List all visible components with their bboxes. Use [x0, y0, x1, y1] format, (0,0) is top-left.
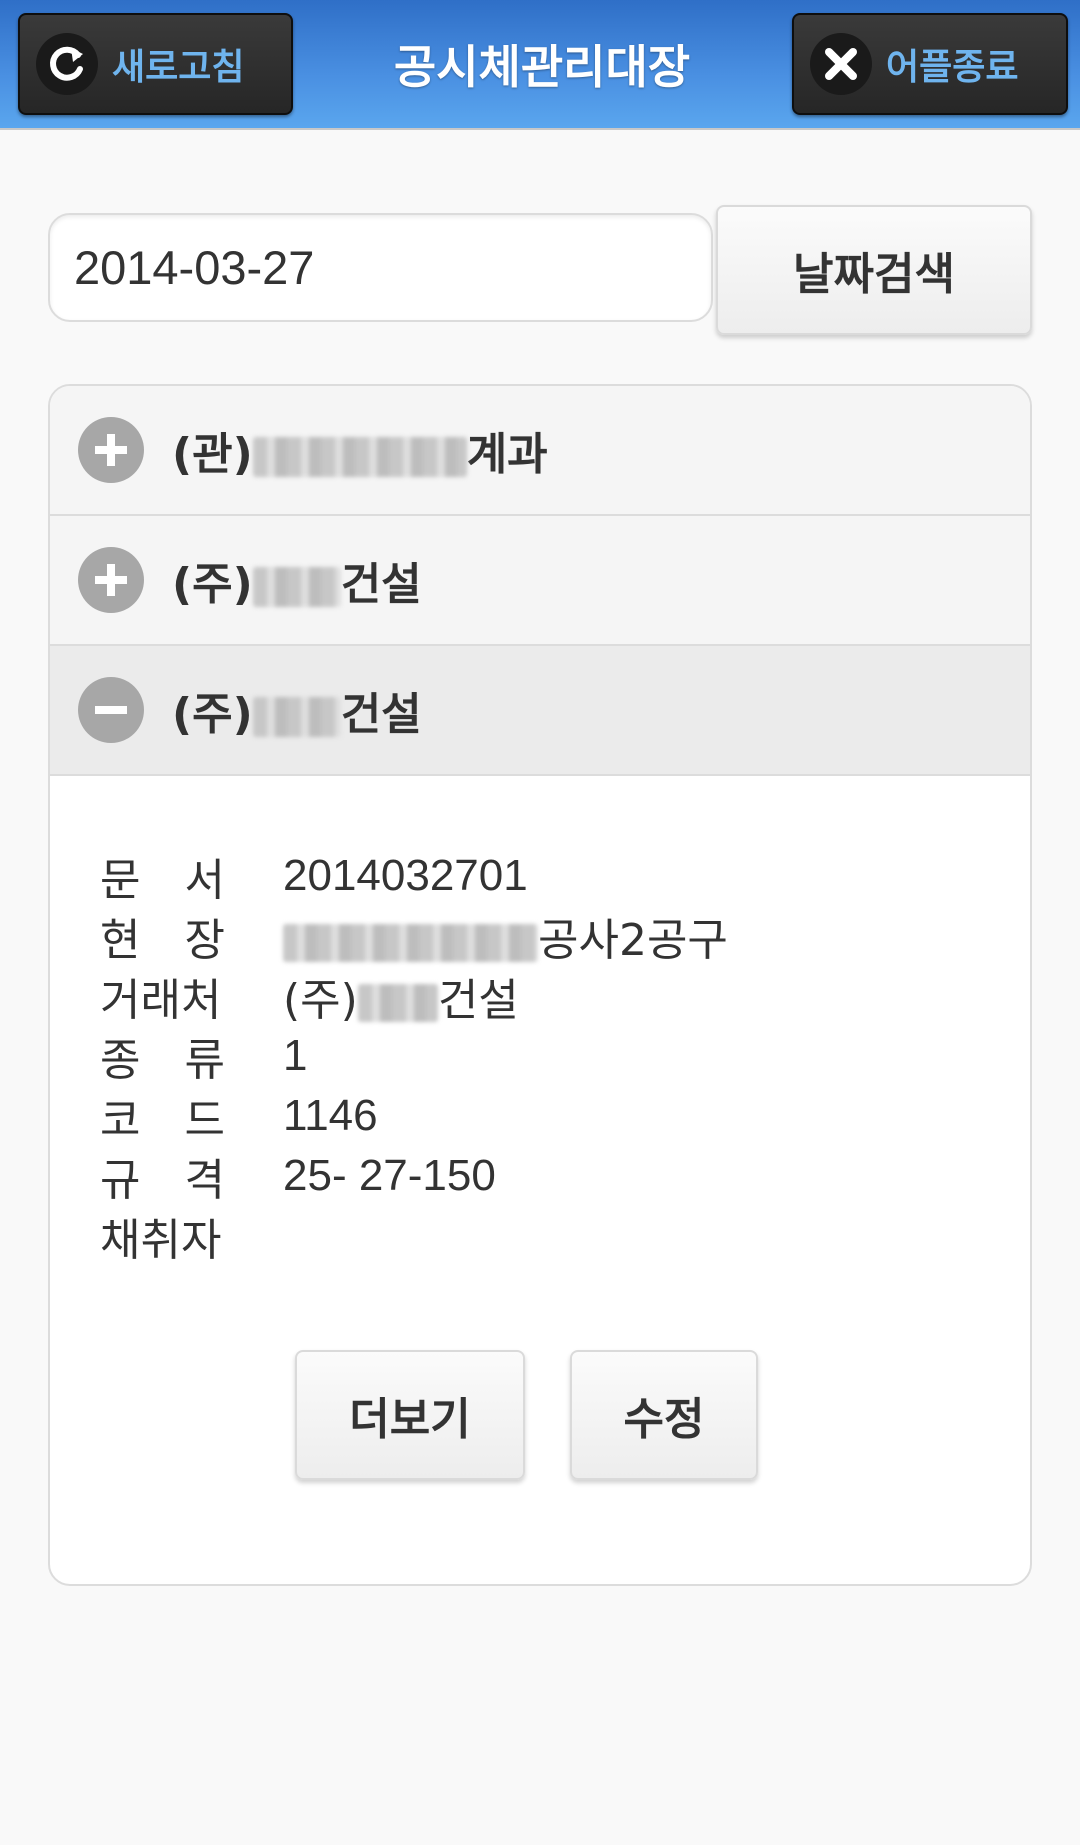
detail-value: 2014032701	[283, 851, 528, 900]
plus-icon	[78, 417, 144, 483]
date-search-button[interactable]: 날짜검색	[716, 205, 1032, 335]
redacted-text	[283, 924, 538, 963]
detail-label: 규 격	[100, 1155, 225, 1206]
accordion-item-2[interactable]: (주) 건설	[50, 516, 1030, 646]
detail-label: 종 류	[100, 1035, 225, 1086]
detail-label: 채취자	[100, 1215, 222, 1266]
minus-icon	[78, 677, 144, 743]
detail-row-client: 거래처 (주) 건설	[100, 966, 1000, 1026]
redacted-text	[357, 984, 438, 1023]
detail-row-collector: 채취자	[100, 1206, 1000, 1266]
exit-app-button[interactable]: 어플종료	[792, 13, 1068, 115]
detail-row-doc: 문 서 2014032701	[100, 846, 1000, 906]
detail-panel: 문 서 2014032701 현 장 공사2공구 거래처 (주) 건설 종 류 1…	[100, 846, 1000, 1266]
detail-label: 거래처	[100, 975, 222, 1026]
detail-row-code: 코 드 1146	[100, 1086, 1000, 1146]
redacted-text	[252, 697, 341, 737]
detail-row-type: 종 류 1	[100, 1026, 1000, 1086]
detail-row-site: 현 장 공사2공구	[100, 906, 1000, 966]
accordion-item-title: (주) 건설	[172, 689, 422, 740]
more-button[interactable]: 더보기	[295, 1350, 525, 1480]
detail-value: (주) 건설	[283, 975, 519, 1026]
refresh-button[interactable]: 새로고침	[18, 13, 293, 115]
exit-label: 어플종료	[886, 47, 1019, 88]
detail-value: 25- 27-150	[283, 1151, 496, 1200]
edit-button[interactable]: 수정	[570, 1350, 758, 1480]
redacted-text	[252, 437, 467, 477]
close-icon	[810, 33, 872, 95]
detail-label: 현 장	[100, 915, 225, 966]
app-header: 새로고침 공시체관리대장 어플종료	[0, 0, 1080, 130]
page-title: 공시체관리대장	[393, 40, 691, 94]
detail-row-spec: 규 격 25- 27-150	[100, 1146, 1000, 1206]
detail-value: 1146	[283, 1091, 378, 1140]
detail-label: 문 서	[100, 855, 225, 906]
accordion-item-1[interactable]: (관) 계과	[50, 386, 1030, 516]
accordion-item-title: (주) 건설	[172, 559, 422, 610]
accordion-item-title: (관) 계과	[172, 429, 548, 480]
detail-label: 코 드	[100, 1095, 225, 1146]
detail-value: 1	[283, 1031, 308, 1080]
redacted-text	[252, 567, 341, 607]
detail-value: 공사2공구	[283, 904, 728, 968]
accordion-item-3[interactable]: (주) 건설	[50, 646, 1030, 776]
refresh-label: 새로고침	[112, 47, 245, 88]
plus-icon	[78, 547, 144, 613]
date-input[interactable]	[48, 213, 713, 322]
company-accordion: (관) 계과 (주) 건설 (주) 건설 문 서 2014032701 현 장 …	[48, 384, 1032, 1586]
refresh-icon	[36, 33, 98, 95]
